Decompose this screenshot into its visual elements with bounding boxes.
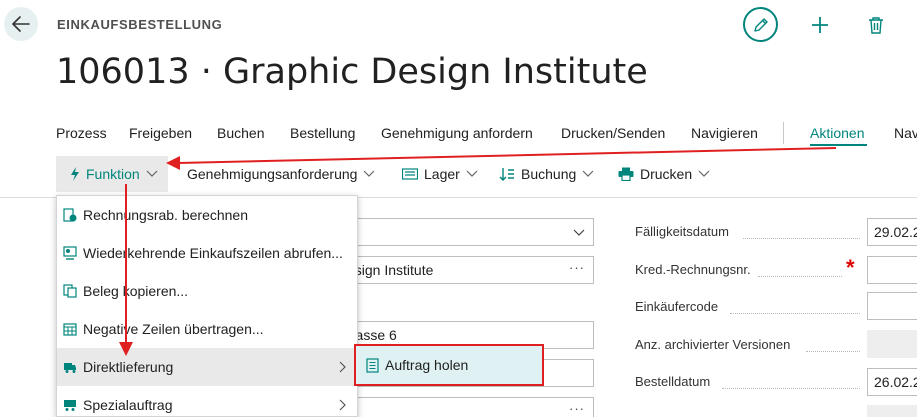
menu-drucken-senden[interactable]: Drucken/Senden [561, 125, 665, 141]
kred-rechnungsnr-field[interactable] [867, 256, 917, 284]
chevron-right-icon [339, 399, 346, 411]
genehmigungsanforderung-button[interactable]: Genehmigungsanforderung [187, 156, 375, 192]
vendor-name-field[interactable]: esign Institute ··· [340, 256, 594, 284]
recurring-lines-icon [63, 246, 77, 260]
chevron-down-icon [573, 229, 585, 236]
lightning-icon [71, 167, 79, 181]
menu-item-rechnungsrab-berechnen[interactable]: Rechnungsrab. berechnen [57, 196, 357, 234]
einkaeufercode-label: Einkäufercode [635, 299, 719, 314]
back-button[interactable] [4, 7, 38, 41]
page: EINKAUFSBESTELLUNG 106013 · Graphic Desi… [0, 0, 917, 417]
menu-item-label: Wiederkehrende Einkaufszeilen abrufen... [83, 245, 343, 261]
menu-item-direktlieferung[interactable]: Direktlieferung [57, 348, 357, 386]
menu-buchen[interactable]: Buchen [217, 125, 264, 141]
faelligkeitsdatum-field[interactable]: 29.02.2 [867, 218, 917, 246]
anz-archivierter-versionen-label: Anz. archivierter Versionen [635, 337, 791, 352]
truck-icon [64, 363, 76, 373]
menu-bar: Prozess Freigeben Buchen Bestellung Gene… [56, 118, 917, 148]
menu-genehmigung-anfordern[interactable]: Genehmigung anfordern [381, 125, 533, 141]
trash-icon [869, 17, 883, 34]
calculate-discount-icon [63, 208, 77, 222]
menu-item-label: Negative Zeilen übertragen... [83, 321, 264, 337]
kred-rechnungsnr-label: Kred.-Rechnungsnr. [635, 262, 751, 277]
special-order-icon [64, 400, 76, 411]
plus-icon [812, 17, 828, 33]
posting-icon [499, 168, 514, 181]
chevron-down-icon [582, 170, 594, 177]
dotted-leader [743, 238, 860, 239]
lookup-ellipsis-icon[interactable]: ··· [569, 401, 585, 416]
chevron-down-icon [146, 170, 158, 177]
contact-field[interactable]: m ··· [340, 397, 594, 417]
genehmigungsanforderung-label: Genehmigungsanforderung [187, 166, 358, 182]
funktion-button[interactable]: Funktion [56, 156, 168, 192]
menu-item-negative-zeilen[interactable]: Negative Zeilen übertragen... [57, 310, 357, 348]
funktion-label: Funktion [86, 166, 140, 182]
buchung-label: Buchung [521, 166, 577, 182]
menu-freigeben[interactable]: Freigeben [129, 125, 192, 141]
funktion-dropdown: Rechnungsrab. berechnen Wiederkehrende E… [56, 195, 358, 417]
menu-aktionen[interactable]: Aktionen [810, 125, 864, 141]
einkaeufercode-field[interactable] [867, 292, 917, 320]
vendor-name-value: esign Institute [347, 262, 434, 278]
buchung-button[interactable]: Buchung [499, 156, 594, 192]
menu-nav-more[interactable]: Nav [894, 125, 917, 141]
printer-icon [618, 167, 634, 181]
menu-item-label: Beleg kopieren... [83, 283, 189, 299]
dotted-leader [806, 351, 860, 352]
new-button[interactable] [806, 11, 834, 39]
document-icon [366, 357, 379, 373]
required-asterisk: * [846, 255, 855, 280]
bestelldatum-field[interactable]: 26.02.2 [867, 368, 917, 396]
submenu-auftrag-holen[interactable]: Auftrag holen [354, 344, 544, 386]
lager-label: Lager [424, 166, 460, 182]
menu-item-label: Rechnungsrab. berechnen [83, 207, 249, 223]
dotted-leader [730, 313, 860, 314]
menu-item-label: Direktlieferung [83, 359, 174, 375]
page-title: 106013 · Graphic Design Institute [56, 52, 648, 92]
calendar-grid-icon [63, 323, 77, 336]
copy-document-icon [63, 284, 77, 298]
menu-item-label: Spezialauftrag [83, 397, 173, 413]
menu-navigieren[interactable]: Navigieren [691, 125, 758, 141]
warehouse-icon [402, 168, 418, 180]
drucken-button[interactable]: Drucken [618, 156, 710, 192]
action-bar: Funktion Genehmigungsanforderung Lager B… [56, 156, 917, 192]
drucken-label: Drucken [640, 166, 693, 182]
active-menu-indicator [810, 144, 867, 146]
menu-separator [783, 122, 784, 144]
lookup-ellipsis-icon[interactable]: ··· [569, 260, 585, 275]
faelligkeitsdatum-value: 29.02.2 [874, 224, 917, 240]
edit-button[interactable] [743, 7, 778, 42]
chevron-right-icon [339, 361, 346, 373]
submenu-label: Auftrag holen [385, 357, 469, 373]
menu-item-spezialauftrag[interactable]: Spezialauftrag [57, 386, 357, 417]
arrow-left-icon [12, 16, 30, 32]
menu-bestellung[interactable]: Bestellung [290, 125, 355, 141]
chevron-down-icon [364, 170, 375, 177]
delete-button[interactable] [862, 11, 890, 39]
page-type-caption: EINKAUFSBESTELLUNG [57, 17, 223, 32]
dotted-leader [758, 276, 842, 277]
menu-prozess[interactable]: Prozess [56, 125, 107, 141]
chevron-down-icon [698, 170, 710, 177]
dotted-leader [722, 388, 860, 389]
next-readonly-field [867, 405, 917, 417]
bestelldatum-value: 26.02.2 [874, 374, 917, 390]
pencil-icon [753, 17, 768, 32]
menu-item-wiederkehrende-einkaufszeilen[interactable]: Wiederkehrende Einkaufszeilen abrufen... [57, 234, 357, 272]
lager-button[interactable]: Lager [402, 156, 478, 192]
chevron-down-icon [466, 170, 478, 177]
bestelldatum-label: Bestelldatum [635, 374, 711, 389]
vendor-number-select[interactable] [340, 218, 594, 246]
faelligkeitsdatum-label: Fälligkeitsdatum [635, 224, 729, 239]
anz-archivierter-versionen-field [867, 330, 917, 358]
menu-item-beleg-kopieren[interactable]: Beleg kopieren... [57, 272, 357, 310]
